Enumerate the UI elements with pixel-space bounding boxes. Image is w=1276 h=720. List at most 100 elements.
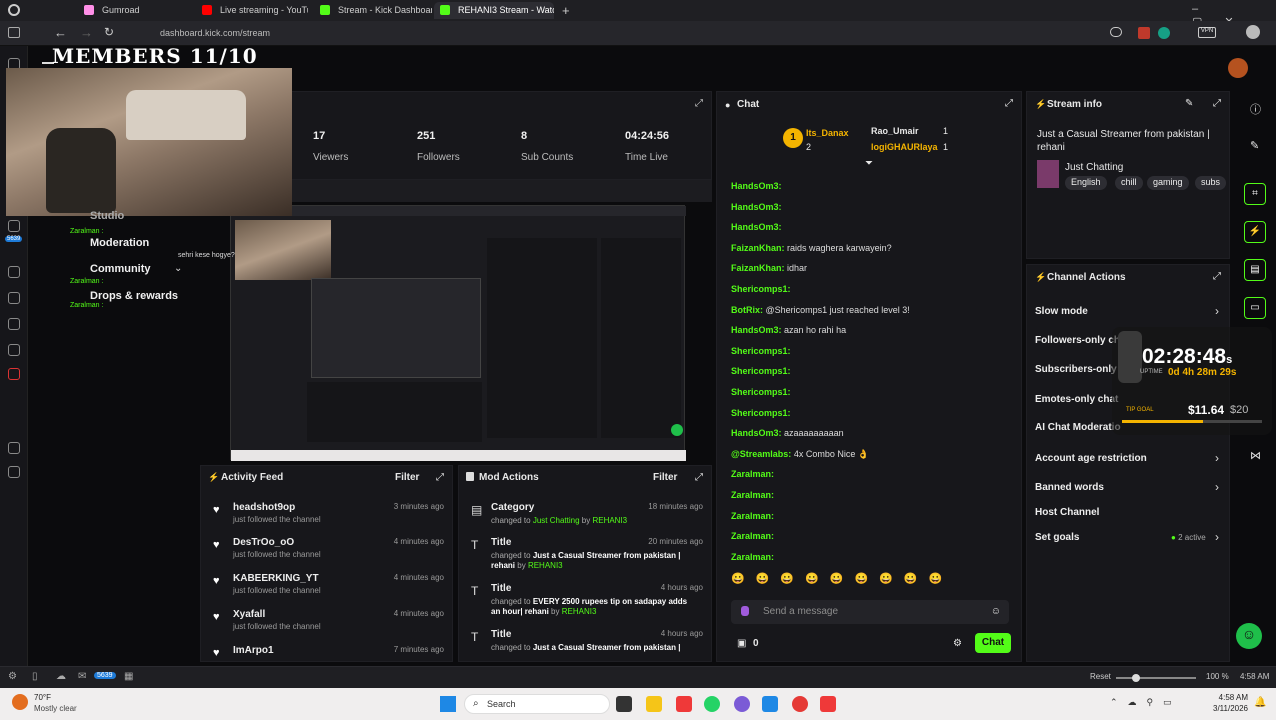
chat-username[interactable]: HandsOm3: [731,202,782,212]
back-icon[interactable]: ← [54,25,67,40]
calendar-status-icon[interactable]: ▦ [124,671,133,682]
expand-icon[interactable]: ⤢ [1213,271,1221,282]
chat-username[interactable]: HandsOm3: [731,325,782,335]
weather-icon[interactable] [12,694,28,710]
send-chat-button[interactable]: Chat [975,633,1011,653]
chat-username[interactable]: Shericomps1: [731,366,791,376]
tab-rehani-stream[interactable]: REHANI3 Stream - Watch Li [434,2,554,19]
nav-studio[interactable]: Studio [90,210,124,222]
chat-username[interactable]: Zaralman: [731,490,774,500]
tab-gumroad[interactable]: Gumroad [78,2,190,19]
top-gifter-1[interactable]: Its_Danax [806,128,849,138]
chat-settings-icon[interactable]: ⚙ [953,638,962,649]
zoom-slider[interactable] [1116,674,1196,682]
chat-username[interactable]: Shericomps1: [731,387,791,397]
extension-icon[interactable] [1138,27,1150,39]
nav-moderation[interactable]: Moderation [90,237,149,249]
browser-logo-icon[interactable] [8,4,20,16]
followers-only-row[interactable]: Followers-only ch [1035,335,1120,346]
zoom-slider-thumb[interactable] [1132,674,1140,682]
cloud-icon[interactable]: ☁ [56,671,66,682]
emotes-only-row[interactable]: Emotes-only chat [1035,394,1118,405]
document-icon[interactable] [8,266,20,278]
emote-bar[interactable]: 😀😀😀😀😀😀😀😀😀 [731,572,1011,588]
new-tab-button[interactable]: + [562,3,570,18]
edit-icon[interactable]: ✎ [1185,98,1193,109]
sidebar-toggle-icon[interactable] [8,27,20,38]
follower-name[interactable]: headshot9op [233,502,295,513]
windows-start-icon[interactable] [440,696,456,712]
ai-moderation-row[interactable]: AI Chat Moderatio [1035,422,1121,433]
info-icon[interactable]: ⓘ [1250,101,1261,117]
obs-icon[interactable] [792,696,808,712]
pin-toggle-icon[interactable]: ⏷ [865,158,873,169]
profile-icon[interactable] [1246,25,1260,39]
top-gifter-3[interactable]: logiGHAURIaya [871,142,938,152]
chat-username[interactable]: Zaralman: [731,469,774,479]
chat-username[interactable]: Shericomps1: [731,346,791,356]
whatsapp-icon[interactable] [704,696,720,712]
top-gifter-2[interactable]: Rao_Umair [871,126,919,136]
mod-desc-user[interactable]: REHANI3 [528,561,563,570]
extensions-area[interactable]: VPN [1110,25,1260,39]
nav-community[interactable]: Community [90,263,151,275]
mail-icon[interactable] [8,318,20,330]
url-input[interactable]: dashboard.kick.com/stream [146,24,1086,43]
task-view-icon[interactable] [616,696,632,712]
system-tray-icons[interactable]: ⌃☁⚲▭ [1110,697,1182,708]
mod-desc-user[interactable]: REHANI3 [592,516,627,525]
chat-username[interactable]: HandsOm3: [731,222,782,232]
extension-icon[interactable] [1158,27,1170,39]
microphone-icon[interactable] [741,606,749,616]
subscribers-only-row[interactable]: Subscribers-only [1035,364,1117,375]
follower-name[interactable]: ImArpo1 [233,645,274,656]
follower-name[interactable]: KABEERKING_YT [233,573,319,584]
panel-icon[interactable]: ▯ [32,671,38,682]
chat-action-icon[interactable]: ▭ [1244,297,1266,319]
chat-username[interactable]: BotRix: [731,305,763,315]
file-explorer-icon[interactable] [646,696,662,712]
chat-username[interactable]: Shericomps1: [731,408,791,418]
vivaldi-taskbar-icon[interactable] [676,696,692,712]
reload-icon[interactable]: ↻ [104,25,114,39]
chat-username[interactable]: Shericomps1: [731,284,791,294]
settings-icon[interactable]: ⚙ [8,671,17,682]
pencil-icon[interactable]: ✎ [1250,139,1259,152]
vivaldi-taskbar-icon-2[interactable] [820,696,836,712]
chat-username[interactable]: FaizanKhan: [731,263,785,273]
host-channel-row[interactable]: Host Channel [1035,507,1099,518]
wallet-icon[interactable] [8,442,20,454]
expand-icon[interactable]: ⤢ [695,472,703,483]
calendar-icon[interactable] [8,292,20,304]
banned-words-row[interactable]: Banned words [1035,482,1104,493]
chevron-down-icon[interactable]: ⌄ [174,263,182,274]
nav-drops[interactable]: Drops & rewards [90,290,178,302]
slow-mode-row[interactable]: Slow mode [1035,306,1088,317]
user-avatar[interactable] [1228,58,1248,78]
set-goals-row[interactable]: Set goals [1035,532,1079,543]
chevron-right-icon[interactable]: › [1215,530,1219,544]
bolt-action-icon[interactable]: ⚡ [1244,221,1266,243]
notifications-icon[interactable]: 🔔 [1254,697,1266,708]
share-icon[interactable]: ⋈ [1250,449,1261,462]
tab-youtube[interactable]: Live streaming - YouTube S [196,2,308,19]
mastodon-icon[interactable] [8,344,20,356]
add-panel-icon[interactable] [8,466,20,478]
chat-input[interactable]: Send a message ☺ [731,600,1009,624]
chat-username[interactable]: Zaralman: [731,552,774,562]
chat-username[interactable]: Zaralman: [731,511,774,521]
mail-status-icon[interactable]: ✉ [78,671,86,682]
clipboard-icon[interactable] [8,220,20,232]
extension-icon[interactable] [1110,27,1122,37]
account-age-row[interactable]: Account age restriction [1035,453,1147,464]
activity-filter-button[interactable]: Filter [395,472,419,483]
expand-icon[interactable]: ⤢ [1213,98,1221,109]
expand-icon[interactable]: ⤢ [436,472,444,483]
mod-desc-user[interactable]: REHANI3 [562,607,597,616]
zoom-reset-button[interactable]: Reset [1090,672,1111,681]
expand-icon[interactable]: ⤢ [1005,98,1013,109]
chevron-right-icon[interactable]: › [1215,480,1219,494]
mod-filter-button[interactable]: Filter [653,472,677,483]
forward-icon[interactable]: → [80,25,93,40]
emoji-icon[interactable]: ☺ [991,606,1001,617]
